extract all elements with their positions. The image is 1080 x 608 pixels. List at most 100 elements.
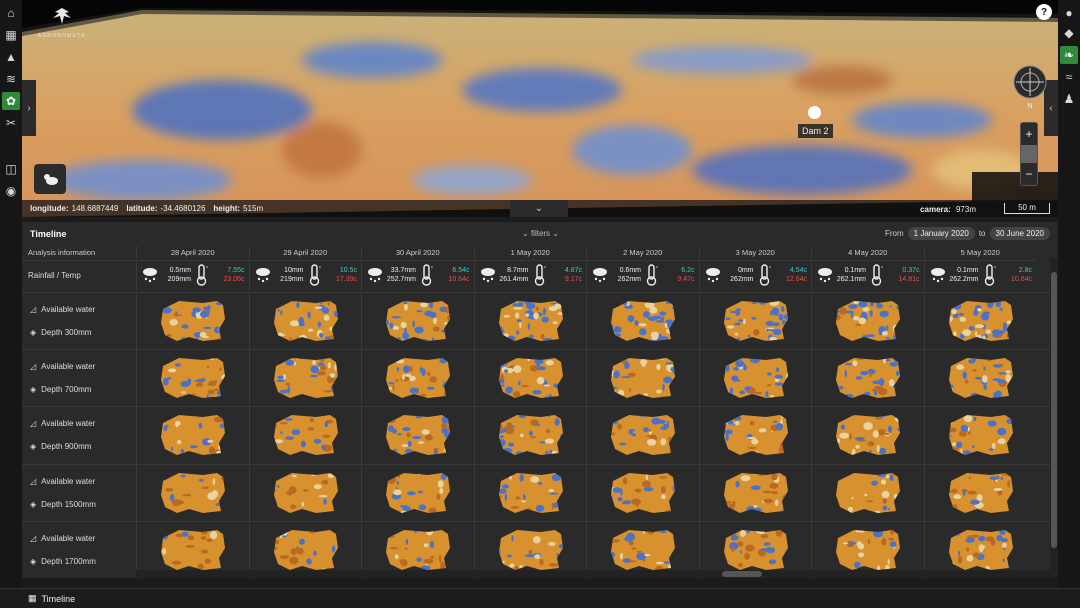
filters-dropdown[interactable]: ⌄ filters ⌄	[522, 229, 559, 238]
layers-icon[interactable]: ◆	[1060, 24, 1078, 42]
help-button[interactable]: ?	[1036, 4, 1052, 20]
to-date-picker[interactable]: 30 June 2020	[989, 227, 1050, 240]
horizontal-scroll-thumb[interactable]	[722, 571, 762, 577]
field-moisture-thumbnail[interactable]	[384, 356, 452, 400]
vertical-scrollbar[interactable]	[1050, 258, 1058, 578]
analysis-cell[interactable]	[698, 464, 812, 522]
field-moisture-thumbnail[interactable]	[609, 299, 677, 343]
collapse-map-button[interactable]: ⌄	[510, 200, 568, 217]
field-moisture-thumbnail[interactable]	[497, 413, 565, 457]
map-viewport[interactable]: AGRONOMEYE › ‹ Dam 2 N + − longitude: 14…	[22, 0, 1058, 217]
analysis-cell[interactable]	[923, 407, 1037, 465]
compass-icon[interactable]: N	[1012, 64, 1048, 110]
field-moisture-thumbnail[interactable]	[834, 356, 902, 400]
field-moisture-thumbnail[interactable]	[384, 471, 452, 515]
field-moisture-thumbnail[interactable]	[159, 471, 227, 515]
analysis-cell[interactable]	[698, 350, 812, 408]
field-moisture-thumbnail[interactable]	[497, 299, 565, 343]
zoom-out-button[interactable]: −	[1021, 163, 1037, 185]
field-moisture-thumbnail[interactable]	[947, 356, 1015, 400]
analysis-cell[interactable]	[586, 293, 699, 350]
camera-icon[interactable]: ◉	[2, 182, 20, 200]
analysis-cell[interactable]	[361, 293, 474, 350]
field-moisture-thumbnail[interactable]	[272, 471, 340, 515]
field-moisture-thumbnail[interactable]	[722, 356, 790, 400]
field-moisture-thumbnail[interactable]	[834, 528, 902, 572]
field-moisture-thumbnail[interactable]	[722, 413, 790, 457]
analysis-cell[interactable]	[361, 350, 474, 408]
analysis-cell[interactable]	[811, 293, 924, 350]
from-date-picker[interactable]: 1 January 2020	[907, 227, 975, 240]
field-moisture-thumbnail[interactable]	[609, 356, 677, 400]
field-moisture-thumbnail[interactable]	[947, 299, 1015, 343]
tools-icon[interactable]: ✂	[2, 114, 20, 132]
field-moisture-thumbnail[interactable]	[497, 471, 565, 515]
field-moisture-thumbnail[interactable]	[272, 413, 340, 457]
analysis-cell[interactable]	[248, 464, 362, 522]
field-moisture-thumbnail[interactable]	[159, 528, 227, 572]
analysis-cell[interactable]	[811, 464, 924, 522]
field-moisture-thumbnail[interactable]	[159, 413, 227, 457]
wifi-icon[interactable]: ≈	[1060, 68, 1078, 86]
field-moisture-thumbnail[interactable]	[384, 413, 452, 457]
field-moisture-thumbnail[interactable]	[947, 413, 1015, 457]
analysis-cell[interactable]	[248, 407, 362, 465]
horizontal-scrollbar[interactable]	[136, 570, 1050, 578]
field-moisture-thumbnail[interactable]	[834, 299, 902, 343]
vertical-scroll-thumb[interactable]	[1051, 272, 1057, 548]
home-icon[interactable]: ⌂	[2, 4, 20, 22]
analysis-cell[interactable]	[811, 407, 924, 465]
field-moisture-thumbnail[interactable]	[722, 528, 790, 572]
split-view-icon[interactable]: ◫	[2, 160, 20, 178]
layers-lines-icon[interactable]: ≋	[2, 70, 20, 88]
field-moisture-thumbnail[interactable]	[722, 299, 790, 343]
field-moisture-thumbnail[interactable]	[384, 528, 452, 572]
analysis-cell[interactable]	[136, 464, 249, 522]
analysis-cell[interactable]	[923, 464, 1037, 522]
field-moisture-thumbnail[interactable]	[272, 299, 340, 343]
mountain-icon[interactable]: ▲	[2, 48, 20, 66]
analysis-cell[interactable]	[473, 407, 587, 465]
analysis-cell[interactable]	[698, 407, 812, 465]
field-moisture-thumbnail[interactable]	[947, 528, 1015, 572]
analysis-cell[interactable]	[473, 293, 587, 350]
field-moisture-thumbnail[interactable]	[609, 413, 677, 457]
field-moisture-thumbnail[interactable]	[722, 471, 790, 515]
zoom-slider[interactable]	[1021, 145, 1037, 163]
field-moisture-thumbnail[interactable]	[834, 471, 902, 515]
analysis-cell[interactable]	[923, 350, 1037, 408]
analysis-cell[interactable]	[586, 407, 699, 465]
analysis-cell[interactable]	[473, 350, 587, 408]
analysis-cell[interactable]	[586, 464, 699, 522]
field-moisture-thumbnail[interactable]	[947, 471, 1015, 515]
poi-icon[interactable]: ♟	[1060, 90, 1078, 108]
field-moisture-thumbnail[interactable]	[834, 413, 902, 457]
field-moisture-thumbnail[interactable]	[159, 356, 227, 400]
sprout-icon[interactable]: ✿	[2, 92, 20, 110]
field-moisture-thumbnail[interactable]	[497, 356, 565, 400]
analysis-cell[interactable]	[811, 350, 924, 408]
timeline-toggle[interactable]: ▦ Timeline	[28, 593, 75, 604]
weather-button[interactable]	[34, 164, 66, 194]
analysis-cell[interactable]	[586, 350, 699, 408]
field-moisture-thumbnail[interactable]	[159, 299, 227, 343]
analysis-cell[interactable]	[248, 350, 362, 408]
leaf-icon[interactable]: ❧	[1060, 46, 1078, 64]
field-moisture-thumbnail[interactable]	[384, 299, 452, 343]
field-moisture-thumbnail[interactable]	[609, 528, 677, 572]
analysis-cell[interactable]	[361, 464, 474, 522]
map-icon[interactable]: ▦	[2, 26, 20, 44]
analysis-cell[interactable]	[136, 293, 249, 350]
field-moisture-thumbnail[interactable]	[272, 356, 340, 400]
user-icon[interactable]: ●	[1060, 4, 1078, 22]
analysis-cell[interactable]	[923, 293, 1037, 350]
analysis-cell[interactable]	[136, 350, 249, 408]
field-moisture-thumbnail[interactable]	[609, 471, 677, 515]
field-moisture-thumbnail[interactable]	[272, 528, 340, 572]
expand-left-button[interactable]: ›	[22, 80, 36, 136]
analysis-cell[interactable]	[698, 293, 812, 350]
analysis-cell[interactable]	[473, 464, 587, 522]
field-moisture-thumbnail[interactable]	[497, 528, 565, 572]
analysis-cell[interactable]	[248, 293, 362, 350]
analysis-cell[interactable]	[136, 407, 249, 465]
